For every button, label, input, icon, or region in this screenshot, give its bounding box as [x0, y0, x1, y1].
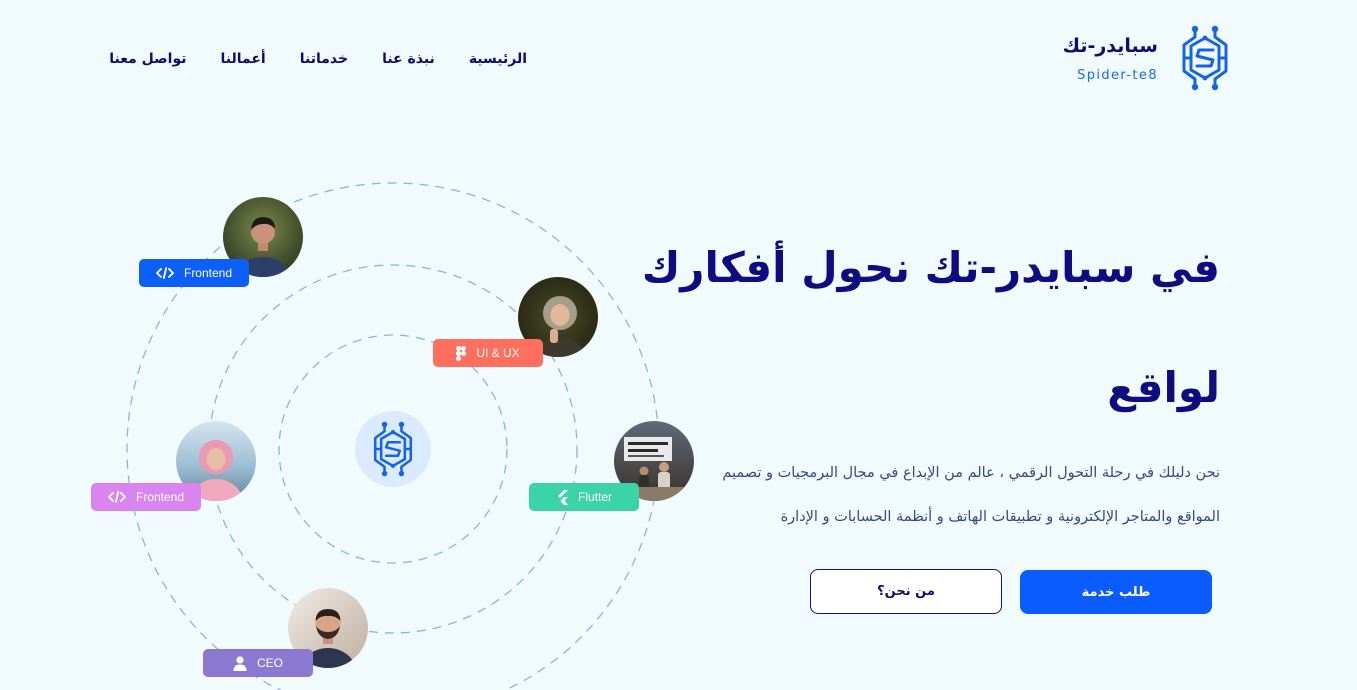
- flutter-icon: [557, 489, 568, 505]
- brand-name: سبايدر-تك: [1062, 35, 1158, 57]
- role-badge-label: UI & UX: [476, 346, 520, 360]
- code-icon: [156, 267, 174, 279]
- role-badge-label: Frontend: [135, 490, 185, 504]
- spider-circuit-logo-icon: [1179, 24, 1231, 92]
- team-orbit-illustration: [126, 182, 660, 690]
- hero-description-line-1: نحن دليلك في رحلة التحول الرقمي ، عالم م…: [722, 465, 1220, 481]
- request-service-button[interactable]: طلب خدمة: [1020, 570, 1212, 614]
- user-icon: [233, 655, 247, 671]
- role-badge-label: Flutter: [577, 490, 612, 504]
- hero-description-line-2: المواقع والمتاجر الإلكترونية و تطبيقات ا…: [780, 509, 1220, 525]
- role-badge-label: Frontend: [183, 266, 233, 280]
- brand-home-link[interactable]: سبايدر-تك Spider-te8: [1062, 22, 1234, 94]
- hero-title-line-2: لواقع: [1107, 363, 1220, 412]
- role-badge-frontend-2: Frontend: [91, 483, 201, 511]
- hero-title-line-1: في سبايدر-تك نحول أفكارك: [641, 243, 1220, 292]
- role-badge-flutter: Flutter: [529, 483, 639, 511]
- brand-tagline: Spider-te8: [1077, 68, 1158, 83]
- code-icon: [108, 491, 126, 503]
- about-us-button[interactable]: من نحن؟: [810, 569, 1002, 614]
- role-badge-ui-ux: UI & UX: [433, 339, 543, 367]
- role-badge-label: CEO: [256, 656, 283, 670]
- figma-icon: [456, 345, 467, 361]
- role-badge-frontend: Frontend: [139, 259, 249, 287]
- role-badge-ceo: CEO: [203, 649, 313, 677]
